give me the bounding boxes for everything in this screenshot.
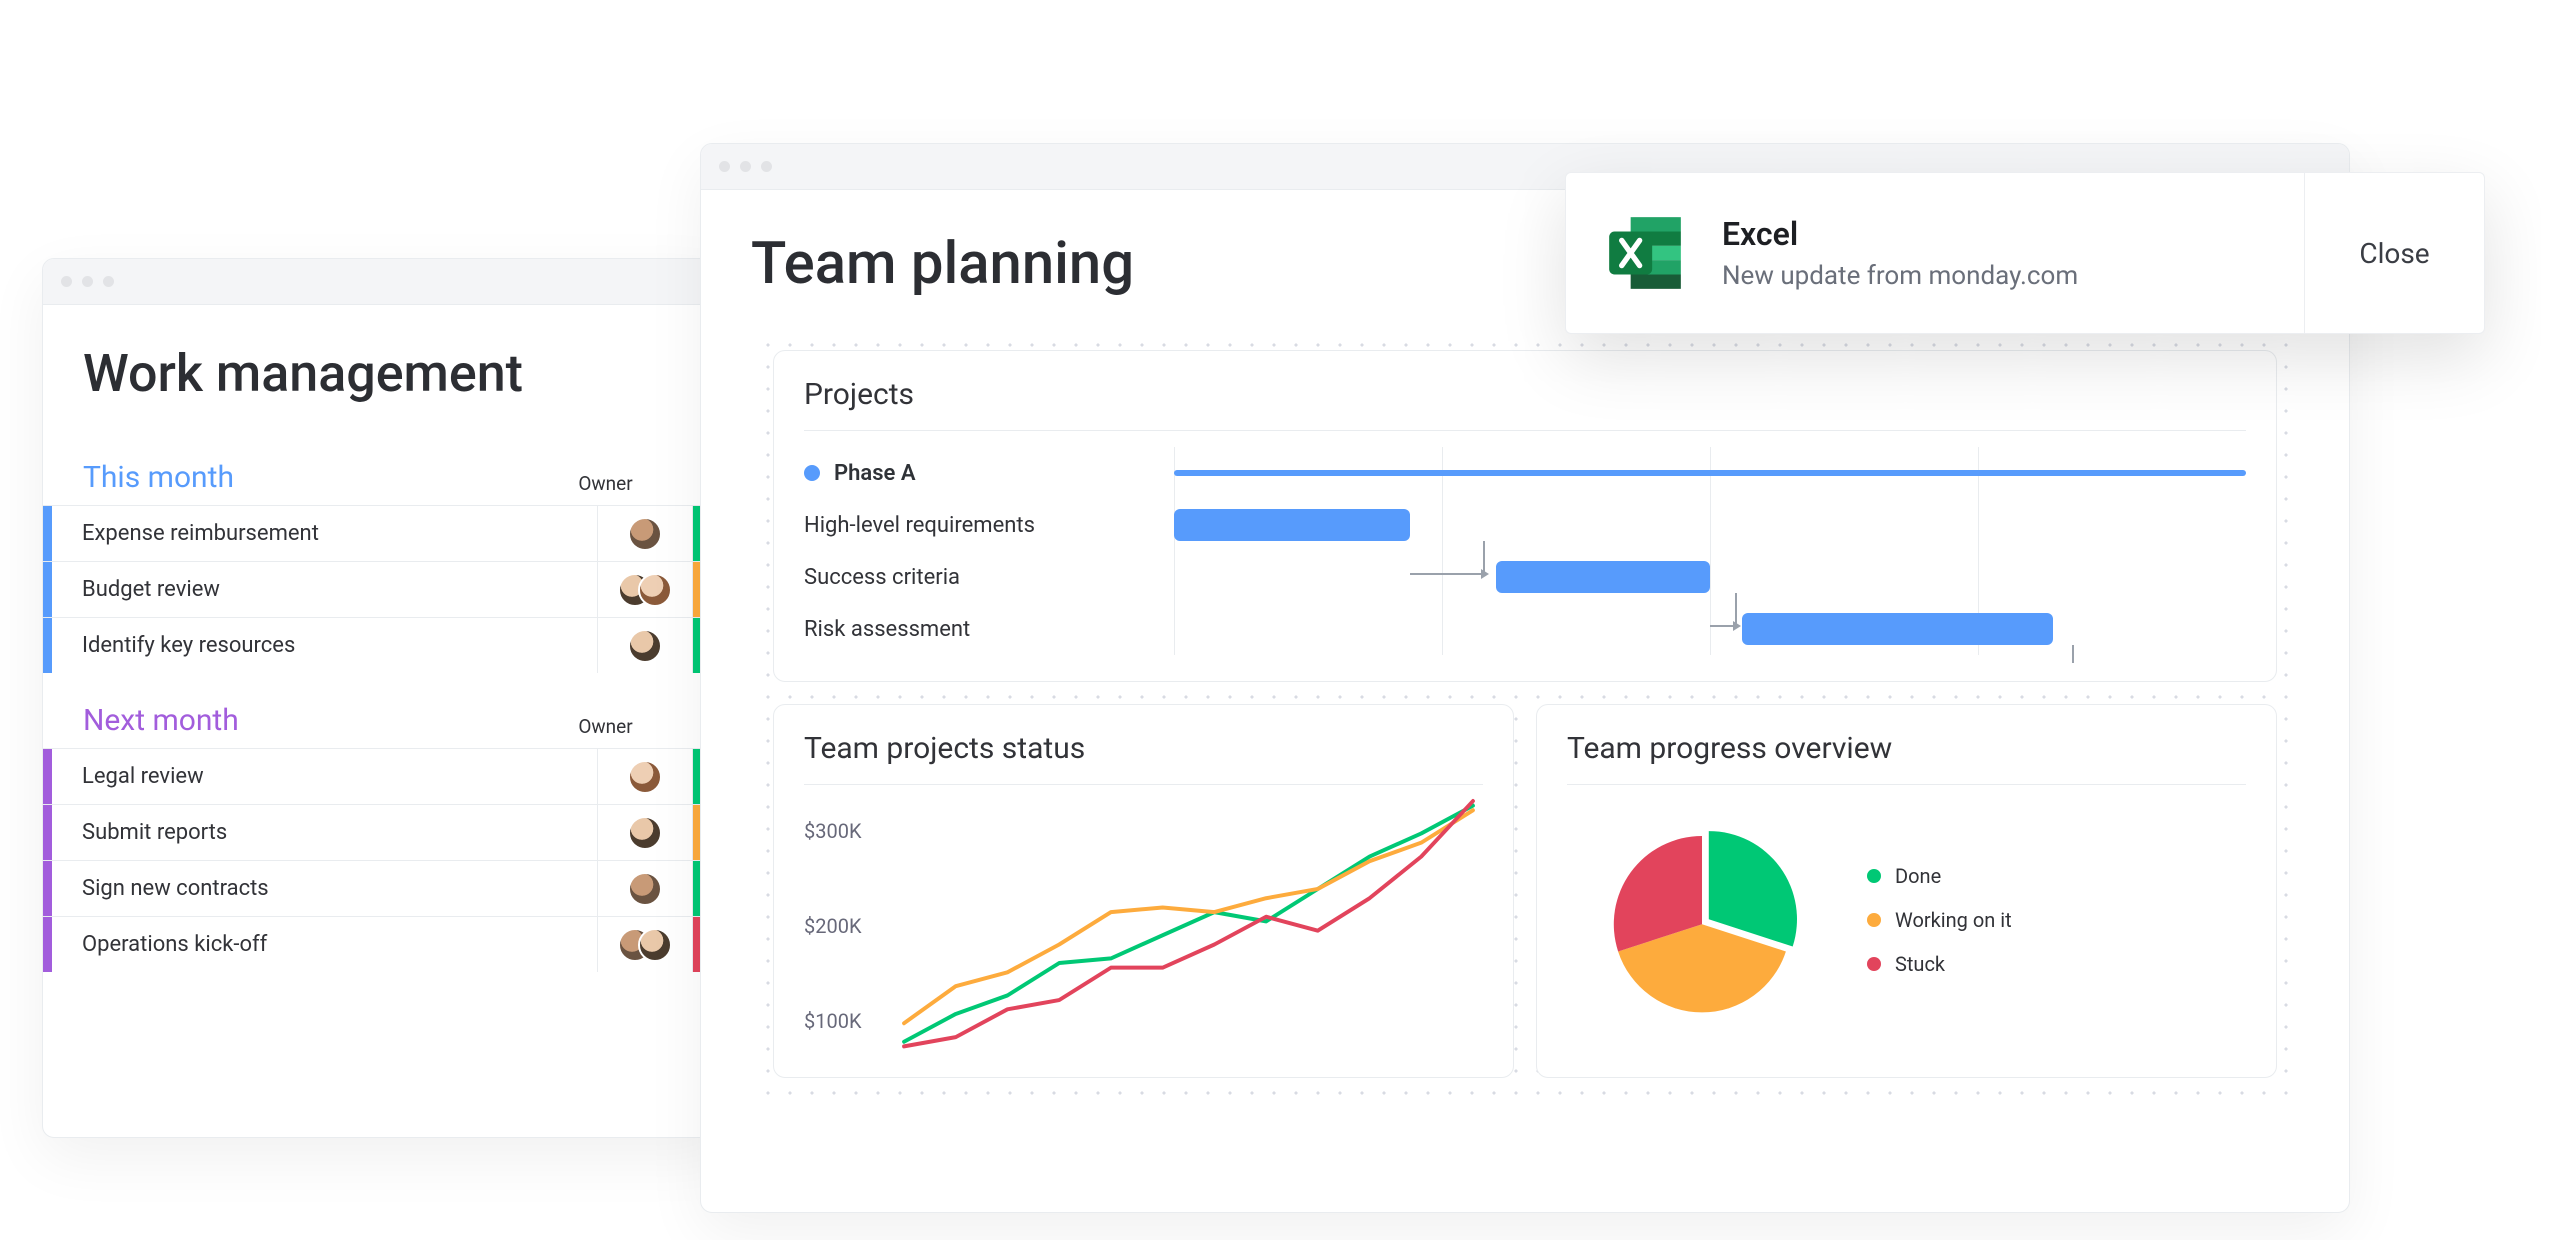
bullet-icon [804,465,820,481]
task-name: Operations kick-off [52,917,598,972]
pie-legend: Done Working on it Stuck [1867,854,2012,986]
group-accent [43,562,52,617]
table-row[interactable]: Legal review [43,748,731,804]
window-dot-icon [761,161,772,172]
projects-card: Projects Phase A High-level requirements [773,350,2277,682]
table-row[interactable]: Budget review [43,561,731,617]
gantt-label: Risk assessment [804,617,970,642]
work-management-window: Work management This month Owner Expense… [42,258,732,1138]
legend-dot-icon [1867,957,1881,971]
team-projects-status-card: Team projects status $300K $200K $100K [773,704,1514,1078]
table-row[interactable]: Identify key resources [43,617,731,673]
close-button[interactable]: Close [2304,173,2484,333]
owner-cell[interactable] [598,506,693,561]
excel-icon [1602,210,1688,296]
group-accent [43,506,52,561]
gantt-bar[interactable] [1496,561,1710,593]
legend-dot-icon [1867,913,1881,927]
team-progress-overview-card: Team progress overview Done Working on i… [1536,704,2277,1078]
group-accent [43,618,52,673]
legend-item: Working on it [1867,898,2012,942]
avatar-icon [638,573,672,607]
task-name: Identify key resources [52,618,598,673]
card-title: Team progress overview [1567,731,2246,766]
group-accent [43,861,52,916]
toast-title: Excel [1722,215,2078,253]
gantt-chart: Phase A High-level requirements Success … [804,447,2246,655]
gantt-bar[interactable] [1742,613,2053,645]
gantt-row[interactable]: Success criteria [804,551,2246,603]
task-name: Submit reports [52,805,598,860]
gantt-bar[interactable] [1174,470,2246,476]
table-row[interactable]: Expense reimbursement [43,505,731,561]
owner-column-header: Owner [558,715,653,738]
avatar-icon [628,816,662,850]
avatar-icon [628,517,662,551]
gantt-row[interactable]: Risk assessment [804,603,2246,655]
work-management-title: Work management [43,343,731,430]
line-chart: $300K $200K $100K [804,801,1483,1051]
owner-cell[interactable] [598,618,693,673]
card-title: Team projects status [804,731,1483,766]
window-dot-icon [61,276,72,287]
owner-column-header: Owner [558,472,653,495]
table-row[interactable]: Operations kick-off [43,916,731,972]
excel-notification-toast: Excel New update from monday.com Close [1565,172,2485,334]
gantt-bar[interactable] [1174,509,1410,541]
task-name: Expense reimbursement [52,506,598,561]
toast-subtitle: New update from monday.com [1722,261,2078,291]
owner-cell[interactable] [598,562,693,617]
gantt-label: Phase A [834,461,916,486]
pie-chart [1597,815,1807,1025]
group-header-next-month[interactable]: Next month Owner [43,673,731,748]
gantt-label: Success criteria [804,565,960,590]
group-header-this-month[interactable]: This month Owner [43,430,731,505]
owner-cell[interactable] [598,917,693,972]
y-tick: $200K [804,914,862,938]
dashboard-grid: Projects Phase A High-level requirements [751,328,2299,1100]
task-name: Legal review [52,749,598,804]
window-dot-icon [103,276,114,287]
window-dot-icon [82,276,93,287]
owner-cell[interactable] [598,749,693,804]
window-titlebar [43,259,731,305]
avatar-icon [628,760,662,794]
avatar-icon [628,629,662,663]
gantt-row-phase[interactable]: Phase A [804,447,2246,499]
window-dot-icon [740,161,751,172]
task-name: Budget review [52,562,598,617]
group-accent [43,749,52,804]
card-title: Projects [804,377,2246,412]
legend-item: Stuck [1867,942,2012,986]
owner-cell[interactable] [598,861,693,916]
table-row[interactable]: Submit reports [43,804,731,860]
group-accent [43,917,52,972]
table-row[interactable]: Sign new contracts [43,860,731,916]
legend-dot-icon [1867,869,1881,883]
group-name: Next month [83,703,558,738]
avatar-icon [638,928,672,962]
owner-cell[interactable] [598,805,693,860]
legend-item: Done [1867,854,2012,898]
dependency-arrow-icon [2053,645,2074,663]
gantt-label: High-level requirements [804,513,1035,538]
gantt-row[interactable]: High-level requirements [804,499,2246,551]
group-accent [43,805,52,860]
y-tick: $100K [804,1009,862,1033]
window-dot-icon [719,161,730,172]
task-name: Sign new contracts [52,861,598,916]
group-name: This month [83,460,558,495]
avatar-icon [628,872,662,906]
y-tick: $300K [804,819,862,843]
